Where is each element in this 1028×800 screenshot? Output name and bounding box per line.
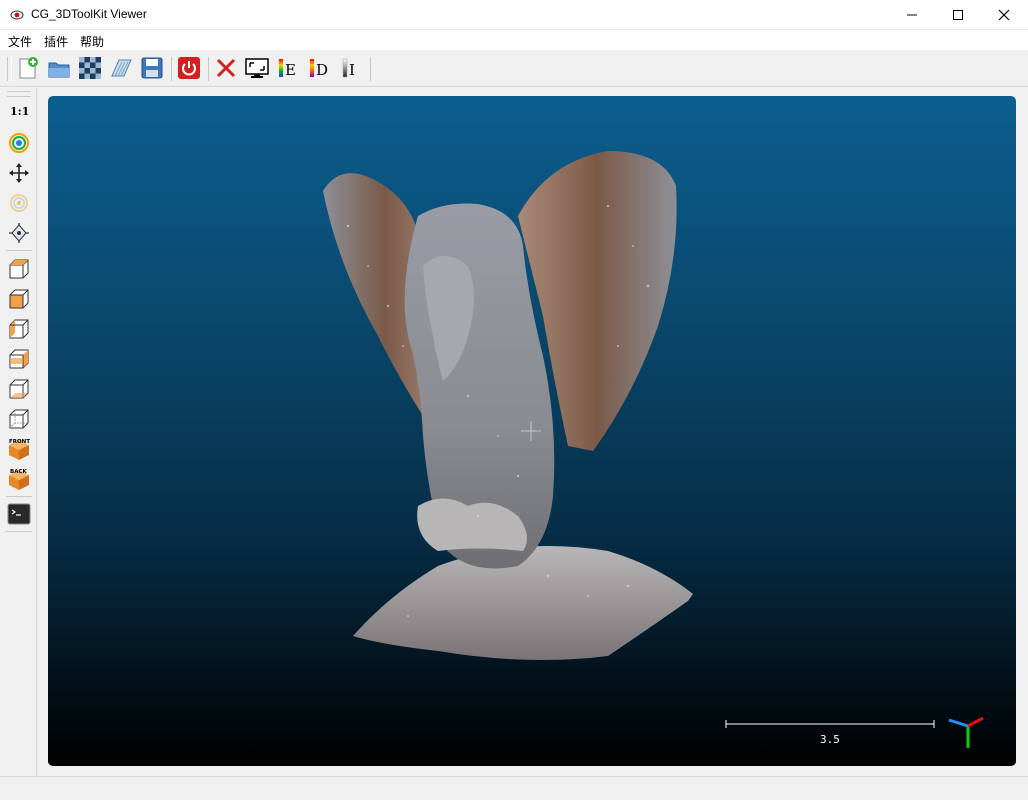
view-iso-button[interactable]: [6, 406, 32, 432]
checker-button[interactable]: [77, 55, 103, 81]
pan-button[interactable]: [6, 160, 32, 186]
3d-viewport[interactable]: 3.5: [48, 96, 1016, 766]
view-bottom-button[interactable]: [6, 376, 32, 402]
view-back-icon: BACK: [9, 469, 29, 490]
axes-gizmo-icon: [948, 716, 984, 748]
color-i-icon: I: [342, 58, 355, 79]
svg-text:E: E: [285, 61, 296, 79]
fullscreen-button[interactable]: [244, 55, 270, 81]
zoom-1to1-icon: 1:1: [10, 105, 30, 118]
toolbar-separator: [171, 57, 172, 81]
rotate-point-button[interactable]: [6, 190, 32, 216]
orbit-button[interactable]: [6, 130, 32, 156]
pan-icon: [9, 163, 29, 183]
color-d-icon: D: [310, 59, 328, 79]
fullscreen-icon: [245, 58, 269, 78]
toolbar-separator: [370, 57, 371, 81]
close-cloud-icon: [216, 58, 236, 78]
status-bar: [0, 776, 1028, 800]
console-button[interactable]: [6, 501, 32, 527]
main-toolbar: E D I: [0, 51, 1028, 87]
view-front-icon: FRONT: [9, 439, 30, 460]
view-left-icon: [9, 319, 29, 339]
svg-text:BACK: BACK: [10, 469, 27, 475]
save-icon: [141, 57, 163, 79]
point-cloud-render: [323, 151, 984, 748]
color-i-button[interactable]: I: [337, 55, 363, 81]
svg-text:I: I: [349, 61, 355, 79]
menu-help[interactable]: 帮助: [80, 33, 104, 50]
minimize-button[interactable]: [889, 0, 935, 30]
menu-plugin[interactable]: 插件: [44, 33, 68, 50]
sidebar-separator: [6, 531, 32, 532]
new-button[interactable]: [15, 55, 41, 81]
toolbar-handle[interactable]: [7, 91, 31, 97]
view-front-cube-icon: [9, 289, 29, 309]
maximize-icon: [953, 10, 963, 20]
app-icon: [10, 10, 24, 20]
open-pointcloud-icon: [111, 59, 132, 77]
new-file-icon: [19, 57, 38, 79]
pick-center-icon: [9, 223, 29, 243]
view-toolbar: 1:1 FRONT BACK: [0, 88, 37, 776]
view-top-button[interactable]: [6, 256, 32, 282]
view-front-cube-button[interactable]: [6, 286, 32, 312]
zoom-1to1-button[interactable]: 1:1: [6, 100, 32, 126]
sidebar-separator: [6, 496, 32, 497]
close-icon: [998, 9, 1010, 21]
power-icon: [178, 57, 200, 79]
color-e-icon: E: [279, 59, 296, 79]
pick-center-button[interactable]: [6, 220, 32, 246]
scale-value: 3.5: [820, 733, 840, 746]
console-icon: [7, 503, 31, 525]
rotate-point-icon: [10, 194, 28, 212]
view-back-button[interactable]: BACK: [6, 466, 32, 492]
checker-icon: [79, 57, 101, 79]
svg-text:D: D: [316, 61, 328, 79]
close-button[interactable]: [981, 0, 1027, 30]
view-left-button[interactable]: [6, 316, 32, 342]
window-title: CG_3DToolKit Viewer: [31, 7, 147, 21]
view-front-button[interactable]: FRONT: [6, 436, 32, 462]
toolbar-handle[interactable]: [7, 57, 12, 81]
color-e-button[interactable]: E: [275, 55, 301, 81]
sidebar-separator: [6, 250, 32, 251]
scale-bar: [725, 720, 935, 728]
color-d-button[interactable]: D: [306, 55, 332, 81]
orbit-icon: [9, 133, 29, 153]
statue-base: [353, 546, 693, 660]
open-pointcloud-button[interactable]: [108, 55, 134, 81]
close-cloud-button[interactable]: [213, 55, 239, 81]
view-iso-icon: [9, 409, 29, 429]
power-button[interactable]: [176, 55, 202, 81]
minimize-icon: [907, 14, 917, 16]
open-folder-icon: [48, 62, 70, 78]
menu-bar: 文件 插件 帮助: [0, 30, 1028, 50]
save-button[interactable]: [139, 55, 165, 81]
view-right-button[interactable]: [6, 346, 32, 372]
maximize-button[interactable]: [935, 0, 981, 30]
view-bottom-icon: [9, 379, 29, 399]
toolbar-separator: [208, 57, 209, 81]
view-top-icon: [9, 259, 29, 279]
svg-text:FRONT: FRONT: [9, 439, 30, 445]
open-button[interactable]: [46, 55, 72, 81]
title-bar: CG_3DToolKit Viewer: [0, 0, 1028, 30]
view-right-icon: [9, 349, 29, 369]
menu-file[interactable]: 文件: [8, 33, 32, 50]
